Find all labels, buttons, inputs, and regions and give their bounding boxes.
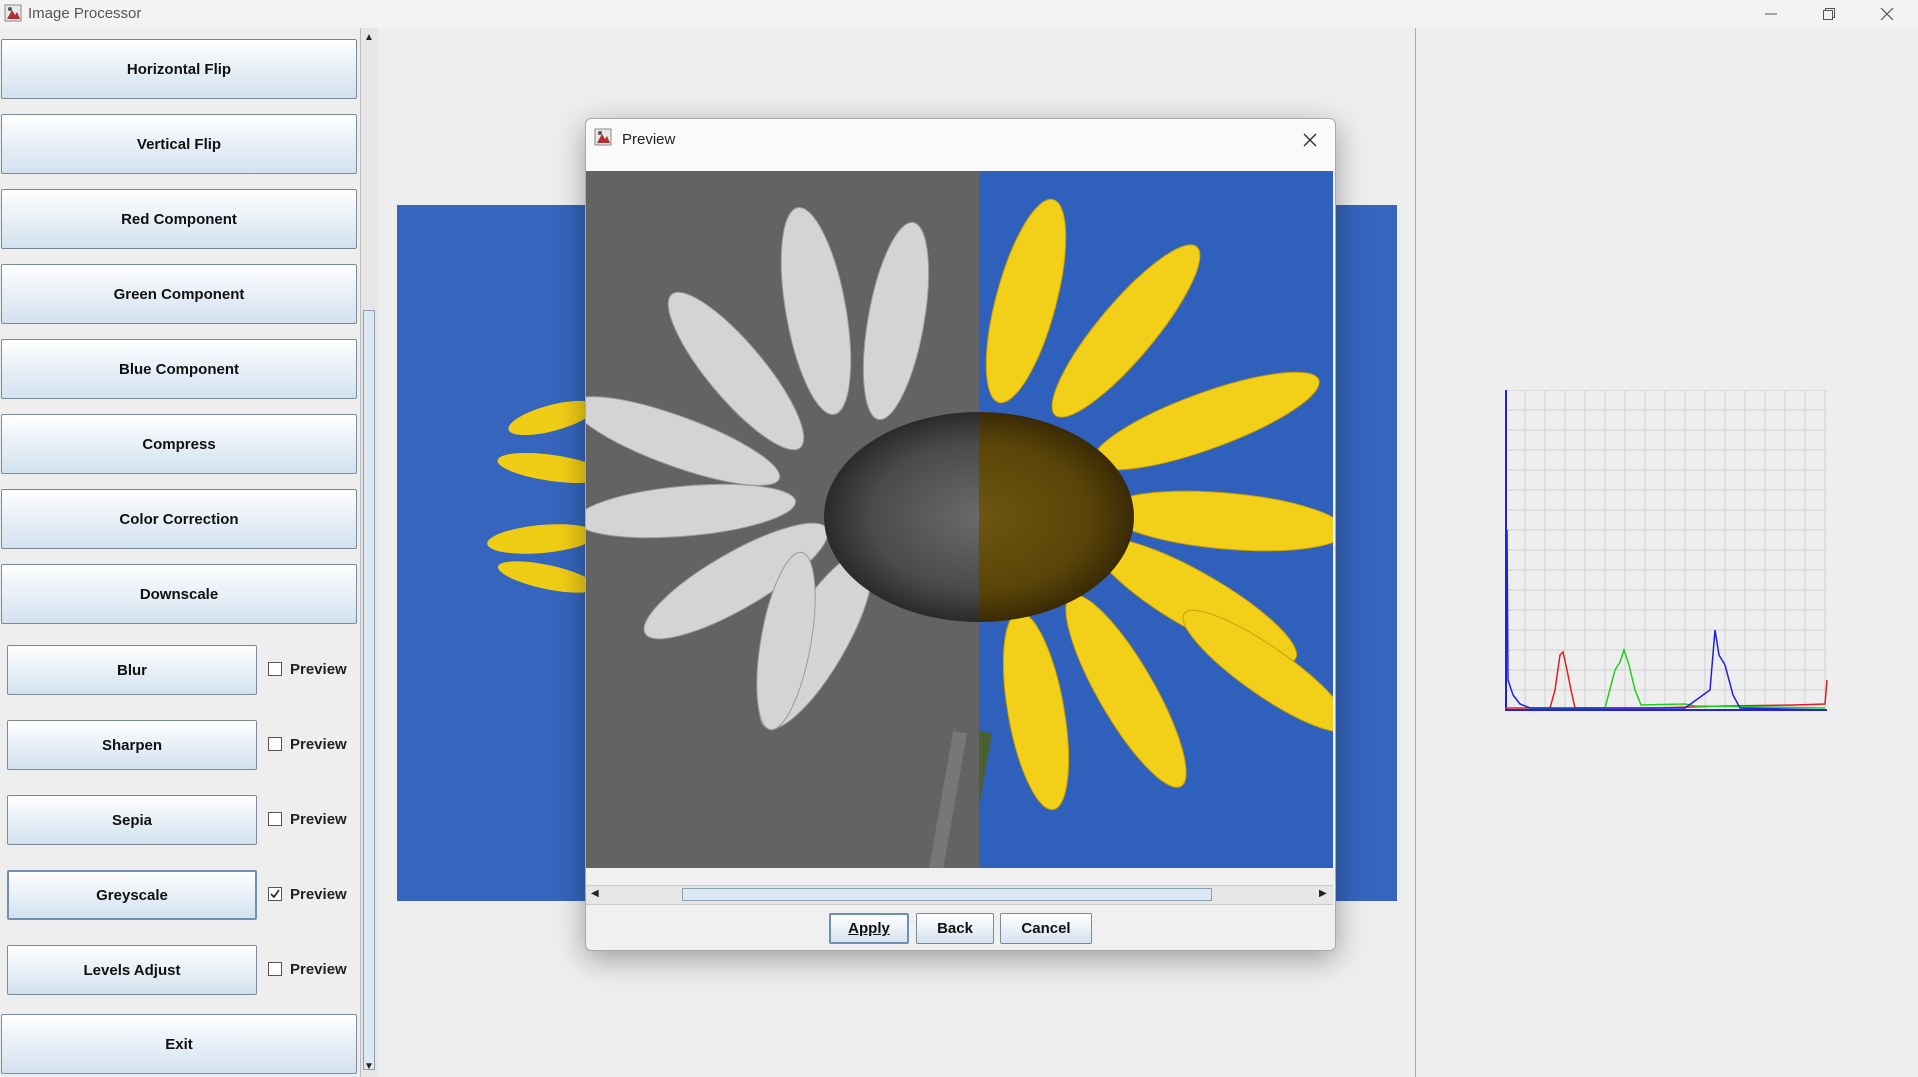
- scrollbar-thumb[interactable]: [363, 310, 375, 1070]
- blur-preview-checkbox[interactable]: [268, 662, 282, 676]
- levels-adjust-button[interactable]: Levels Adjust: [7, 945, 257, 995]
- title-bar: Image Processor: [0, 0, 1918, 28]
- sharpen-button[interactable]: Sharpen: [7, 720, 257, 770]
- preview-dialog: Preview ◀ ▶ Apply Back Cancel: [585, 118, 1336, 951]
- sharpen-preview-checkbox[interactable]: [268, 737, 282, 751]
- levels-adjust-preview-checkbox[interactable]: [268, 962, 282, 976]
- horizontal-flip-button[interactable]: Horizontal Flip: [1, 39, 357, 99]
- scroll-right-arrow-icon[interactable]: ▶: [1319, 888, 1327, 899]
- histogram-panel: [1417, 28, 1918, 1077]
- blur-preview-label: Preview: [290, 661, 347, 678]
- restore-icon: [1823, 8, 1835, 20]
- blue-component-button[interactable]: Blue Component: [1, 339, 357, 399]
- greyscale-button[interactable]: Greyscale: [7, 870, 257, 920]
- window-title: Image Processor: [28, 5, 142, 22]
- exit-button[interactable]: Exit: [1, 1014, 357, 1074]
- sepia-preview-label: Preview: [290, 811, 347, 828]
- tool-panel-scrollbar[interactable]: ▲ ▼: [360, 28, 378, 1077]
- dialog-close-button[interactable]: [1295, 125, 1325, 155]
- preview-horizontal-scrollbar[interactable]: ◀ ▶: [586, 885, 1333, 905]
- apply-button[interactable]: Apply: [829, 913, 909, 944]
- levels-adjust-preview-label: Preview: [290, 961, 347, 978]
- close-icon: [1880, 7, 1894, 21]
- scroll-left-arrow-icon[interactable]: ◀: [591, 888, 599, 899]
- blur-button[interactable]: Blur: [7, 645, 257, 695]
- preview-image: [586, 171, 1333, 868]
- close-icon: [1303, 133, 1317, 147]
- red-component-button[interactable]: Red Component: [1, 189, 357, 249]
- minimize-icon: [1765, 13, 1777, 15]
- scroll-down-arrow-icon[interactable]: ▼: [364, 1061, 374, 1072]
- greyscale-preview-checkbox[interactable]: [268, 887, 282, 901]
- dialog-title-bar[interactable]: Preview: [586, 119, 1335, 171]
- cancel-button[interactable]: Cancel: [1000, 913, 1092, 944]
- app-icon: [4, 4, 22, 22]
- downscale-button[interactable]: Downscale: [1, 564, 357, 624]
- checkmark-icon: [270, 889, 280, 899]
- close-window-button[interactable]: [1858, 0, 1916, 28]
- app-icon: [594, 128, 612, 146]
- sepia-button[interactable]: Sepia: [7, 795, 257, 845]
- color-correction-button[interactable]: Color Correction: [1, 489, 357, 549]
- green-component-button[interactable]: Green Component: [1, 264, 357, 324]
- scroll-up-arrow-icon[interactable]: ▲: [364, 32, 374, 43]
- tool-panel: Horizontal Flip Vertical Flip Red Compon…: [0, 28, 360, 1077]
- vertical-flip-button[interactable]: Vertical Flip: [1, 114, 357, 174]
- histogram-red-line: [1505, 650, 1828, 709]
- sepia-preview-checkbox[interactable]: [268, 812, 282, 826]
- histogram-blue-line: [1506, 529, 1826, 711]
- sharpen-preview-label: Preview: [290, 736, 347, 753]
- histogram-chart: [1505, 390, 1828, 711]
- minimize-button[interactable]: [1742, 0, 1800, 28]
- scrollbar-thumb[interactable]: [682, 888, 1212, 901]
- compress-button[interactable]: Compress: [1, 414, 357, 474]
- dialog-title: Preview: [622, 131, 676, 148]
- greyscale-preview-label: Preview: [290, 886, 347, 903]
- back-button[interactable]: Back: [916, 913, 994, 944]
- restore-button[interactable]: [1800, 0, 1858, 28]
